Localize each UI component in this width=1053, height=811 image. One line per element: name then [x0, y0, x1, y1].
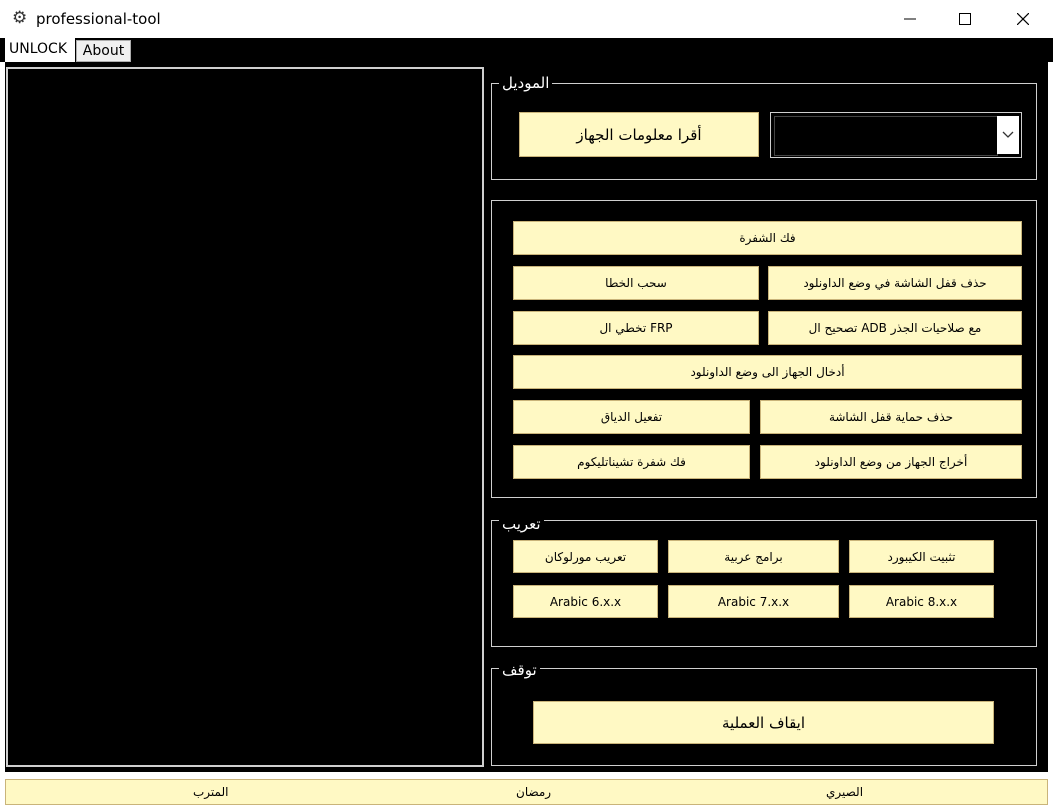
chevron-down-icon[interactable]: [997, 116, 1019, 154]
minimize-icon: [904, 18, 916, 20]
pull-error-button[interactable]: سحب الخطا: [513, 266, 759, 300]
status-right-text: الصيري: [826, 785, 864, 799]
model-select-value: [774, 116, 998, 156]
log-output-box[interactable]: [6, 67, 484, 767]
arabize-moralocan-button[interactable]: تعريب مورلوكان: [513, 540, 658, 573]
maximize-button[interactable]: [940, 0, 990, 38]
arabic-6-button[interactable]: Arabic 6.x.x: [513, 585, 658, 618]
gear-icon: ⚙: [12, 8, 28, 28]
stop-group-title: توقف: [499, 661, 540, 679]
status-center-text: رمضان: [516, 785, 552, 799]
arabic-7-button[interactable]: Arabic 7.x.x: [668, 585, 839, 618]
tab-unlock[interactable]: UNLOCK: [5, 38, 75, 62]
maximize-icon: [959, 13, 971, 25]
decrypt-button[interactable]: فك الشفرة: [513, 221, 1022, 255]
stop-process-button[interactable]: ايقاف العملية: [533, 701, 994, 744]
arabize-group-title: تعريب: [499, 515, 544, 533]
window-title: professional-tool: [36, 10, 161, 28]
close-icon: [1017, 13, 1029, 25]
model-group-title: الموديل: [499, 74, 553, 92]
exit-download-mode-button[interactable]: أخراج الجهاز من وضع الداونلود: [760, 445, 1022, 479]
arabic-apps-button[interactable]: برامج عربية: [668, 540, 839, 573]
enable-dyaq-button[interactable]: تفعيل الدياق: [513, 400, 750, 434]
minimize-button[interactable]: [885, 0, 935, 38]
tab-about[interactable]: About: [76, 40, 131, 62]
model-select[interactable]: [770, 112, 1022, 158]
fix-adb-root-button[interactable]: تصحيح ال ADB مع صلاحيات الجذر: [768, 311, 1022, 345]
decrypt-tecno-button[interactable]: فك شفرة تشيناتليكوم: [513, 445, 750, 479]
enter-download-mode-button[interactable]: أدخال الجهاز الى وضع الداونلود: [513, 355, 1022, 389]
remove-screen-protection-button[interactable]: حذف حماية قفل الشاشة: [760, 400, 1022, 434]
bypass-frp-button[interactable]: تخطي ال FRP: [513, 311, 759, 345]
read-device-info-button[interactable]: أقرا معلومات الجهاز: [519, 112, 759, 157]
remove-lock-download-button[interactable]: حذف قفل الشاشة في وضع الداونلود: [768, 266, 1022, 300]
close-button[interactable]: [998, 0, 1048, 38]
arabic-8-button[interactable]: Arabic 8.x.x: [849, 585, 994, 618]
status-left-text: المترب: [193, 785, 229, 799]
tab-strip: [0, 38, 1053, 62]
install-keyboard-button[interactable]: تثبيت الكيبورد: [849, 540, 994, 573]
